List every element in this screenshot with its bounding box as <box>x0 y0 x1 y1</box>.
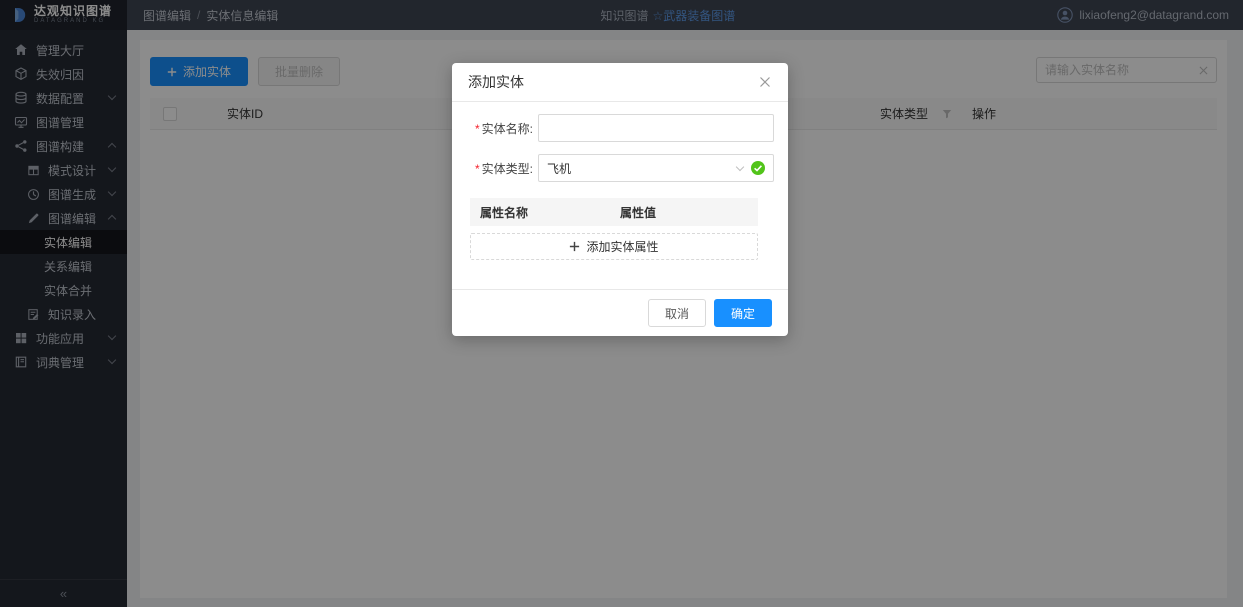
column-header-property-value: 属性值 <box>620 204 758 221</box>
confirm-button[interactable]: 确定 <box>714 299 772 327</box>
app-root: 达观知识图谱 DATAGRAND KG 图谱编辑 / 实体信息编辑 知识图谱☆武… <box>0 0 1243 607</box>
modal-footer: 取消 确定 <box>452 289 788 336</box>
modal-body: *实体名称: *实体类型: 飞机 <box>452 102 788 274</box>
entity-name-input[interactable] <box>538 114 774 142</box>
property-table-header: 属性名称 属性值 <box>470 198 758 226</box>
entity-name-label: *实体名称: <box>452 120 538 137</box>
chevron-down-icon <box>736 162 744 170</box>
modal-title: 添加实体 <box>468 72 758 92</box>
entity-type-field: *实体类型: 飞机 <box>452 154 774 182</box>
required-mark: * <box>475 162 480 176</box>
add-entity-property-button[interactable]: 添加实体属性 <box>470 233 758 260</box>
entity-type-label: *实体类型: <box>452 160 538 177</box>
modal-header: 添加实体 <box>452 63 788 102</box>
entity-name-field: *实体名称: <box>452 114 774 142</box>
add-entity-modal: 添加实体 *实体名称: *实体类型: 飞机 <box>452 63 788 336</box>
plus-icon <box>569 241 580 252</box>
valid-check-icon <box>750 160 766 176</box>
close-icon[interactable] <box>758 75 772 89</box>
cancel-button[interactable]: 取消 <box>648 299 706 327</box>
required-mark: * <box>475 122 480 136</box>
entity-type-selected-value: 飞机 <box>547 160 730 177</box>
entity-type-select[interactable]: 飞机 <box>538 154 774 182</box>
column-header-property-name: 属性名称 <box>470 204 620 221</box>
